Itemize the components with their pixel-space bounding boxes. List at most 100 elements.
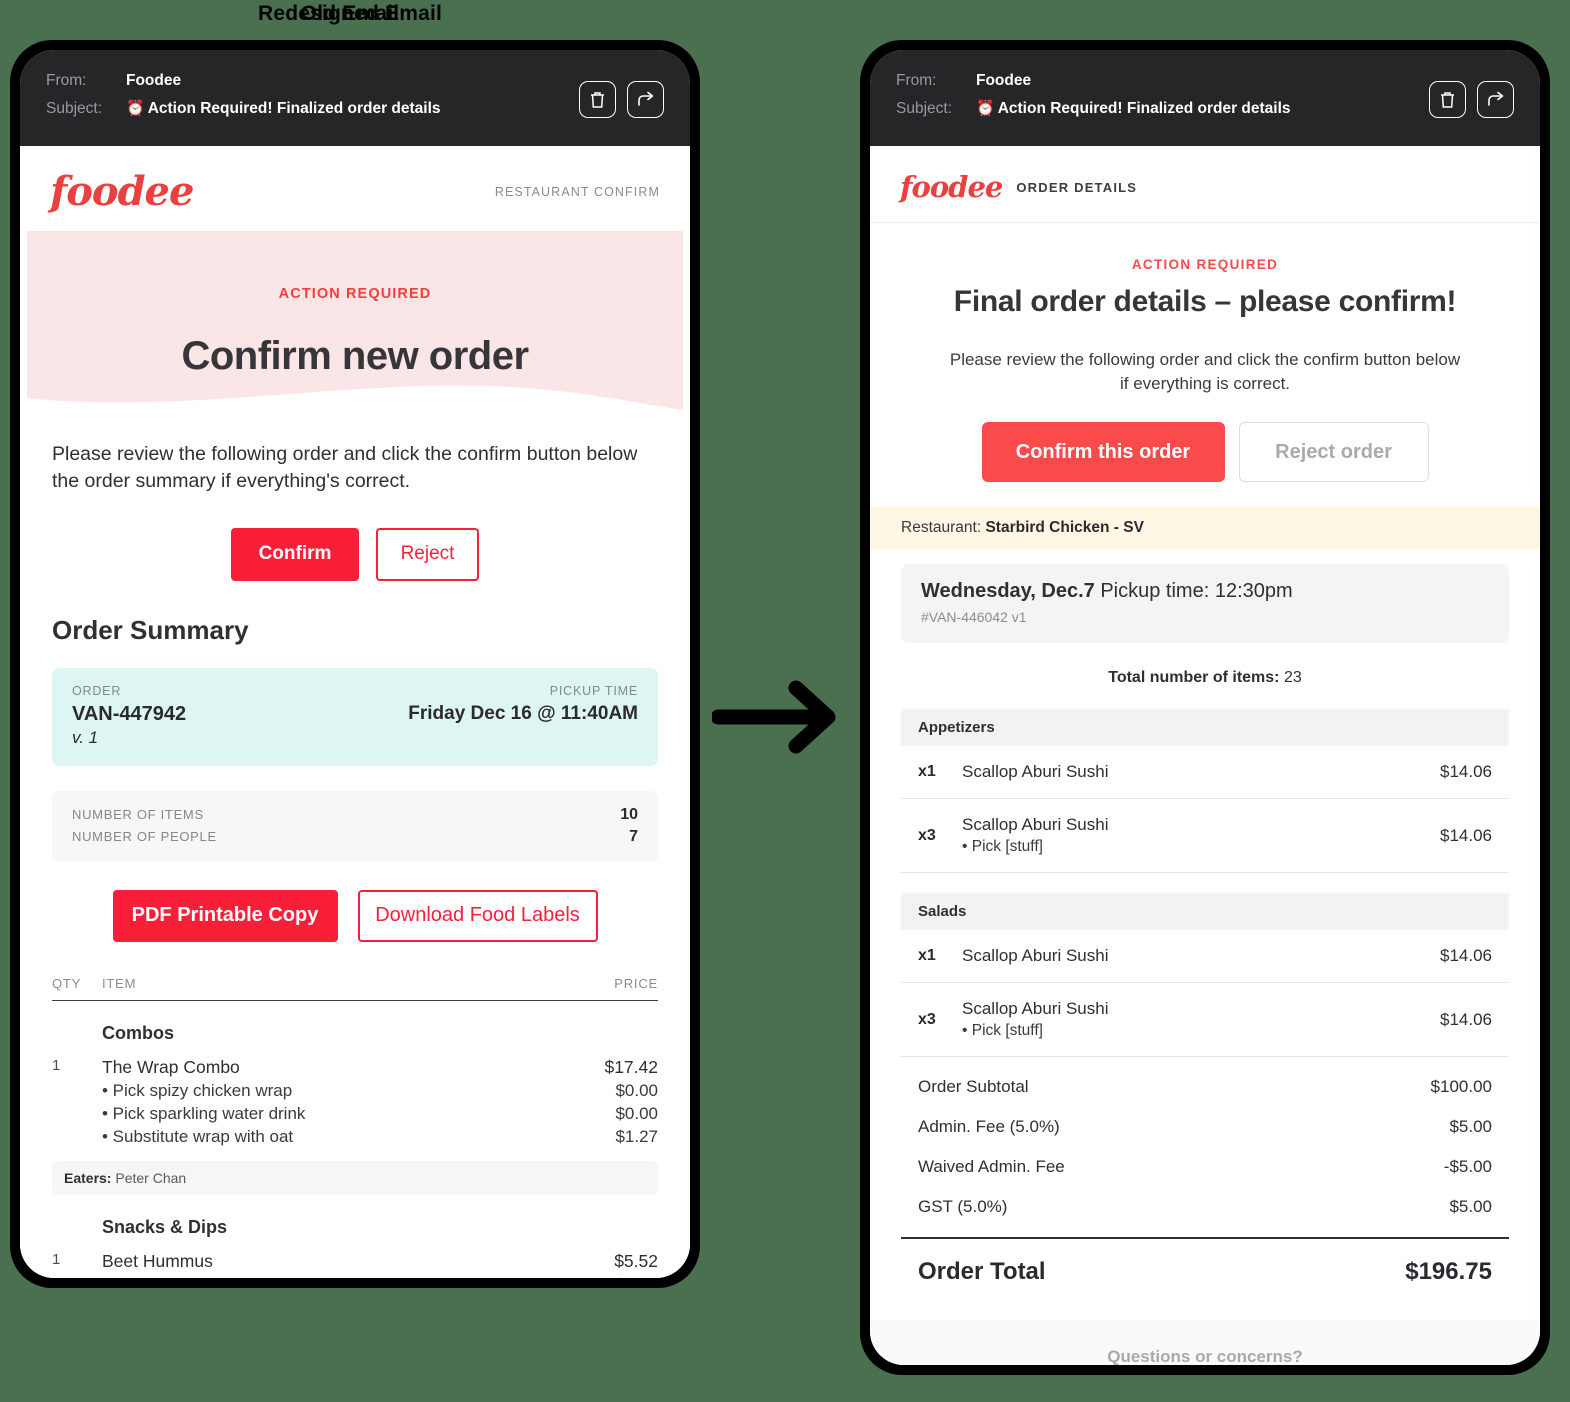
reject-button-old[interactable]: Reject: [376, 527, 479, 581]
item-name: Scallop Aburi Sushi: [962, 999, 1109, 1019]
col-header-price: PRICE: [614, 975, 658, 991]
order-version: v. 1: [72, 727, 99, 747]
order-total-row: Order Total $196.75: [901, 1239, 1509, 1308]
item-modifier-price: $1.27: [615, 1126, 658, 1146]
item-qty-spacer: [52, 1127, 102, 1147]
mail-subject-value: ⏰ Action Required! Finalized order detail…: [976, 99, 1291, 118]
item-modifier: • Substitute wrap with oat: [102, 1126, 294, 1146]
item-name: Scallop Aburi Sushi: [962, 762, 1109, 782]
item-price: $5.52: [614, 1250, 658, 1271]
count-value-people: 7: [629, 827, 638, 845]
order-col-right: PICKUP TIME Friday Dec 16 @ 11:40AM: [408, 684, 638, 748]
item-qty: x1: [918, 763, 936, 781]
count-row-people: NUMBER OF PEOPLE 7: [72, 828, 638, 846]
order-total-label: Order Total: [918, 1258, 1046, 1286]
total-items-label: Total number of items:: [1108, 669, 1280, 687]
count-label-items: NUMBER OF ITEMS: [72, 806, 204, 822]
mail-from-value: Foodee: [126, 72, 182, 89]
trash-icon: [1441, 92, 1454, 108]
totals-spacer: [870, 1057, 1540, 1067]
total-label: Order Subtotal: [918, 1077, 1029, 1097]
mail-from-row-new: From: Foodee: [896, 72, 1514, 90]
mail-actions-new: [1429, 81, 1514, 118]
order-label: ORDER: [72, 683, 122, 698]
wave-divider-icon: [27, 385, 683, 420]
item-body: Scallop Aburi Sushi • Pick [stuff]: [962, 815, 1440, 856]
group-title-snacks: Snacks & Dips: [102, 1216, 228, 1237]
mail-subject-value: ⏰ Action Required! Finalized order detail…: [126, 99, 441, 118]
pickup-info-card: Wednesday, Dec.7 Pickup time: 12:30pm #V…: [901, 564, 1509, 644]
forward-button[interactable]: [627, 81, 664, 118]
alarm-clock-icon: ⏰: [976, 100, 995, 117]
items-table-header: QTY ITEM PRICE: [52, 976, 658, 1001]
item-qty-spacer: [52, 1275, 102, 1278]
total-items-row: Total number of items: 23: [870, 643, 1540, 709]
mail-from-row-old: From: Foodee: [46, 72, 664, 90]
restaurant-band: Restaurant: Starbird Chicken - SV: [870, 506, 1540, 551]
pickup-time: Pickup time: 12:30pm: [1100, 580, 1293, 603]
email-footer: Questions or concerns? order@food.ee | 1…: [870, 1320, 1540, 1365]
item-qty: 1: [52, 1056, 61, 1074]
alarm-clock-icon: ⏰: [126, 100, 145, 117]
item-price: $14.06: [1440, 825, 1492, 845]
count-label-people: NUMBER OF PEOPLE: [72, 828, 217, 844]
item-modifier: • Pick [stuff]: [962, 1022, 1043, 1040]
confirm-button-old[interactable]: Confirm: [231, 527, 359, 581]
forward-arrow-icon: [638, 91, 654, 106]
items-table-old: QTY ITEM PRICE Combos 1 The Wrap Combo $…: [52, 976, 658, 1278]
total-label: Waived Admin. Fee: [918, 1157, 1065, 1177]
mail-header-new: From: Foodee Subject: ⏰ Action Required! …: [870, 50, 1540, 146]
mail-subject-row-new: Subject: ⏰ Action Required! Finalized ord…: [896, 99, 1514, 118]
forward-button[interactable]: [1477, 81, 1514, 118]
pdf-printable-copy-button[interactable]: PDF Printable Copy: [112, 889, 338, 942]
mail-subject-label: Subject:: [896, 100, 953, 117]
col-header-qty: QTY: [52, 975, 82, 991]
item-name: Scallop Aburi Sushi: [962, 946, 1109, 966]
item-price: $17.42: [604, 1056, 658, 1077]
confirm-order-button[interactable]: Confirm this order: [981, 422, 1225, 483]
total-value: $5.00: [1449, 1117, 1492, 1137]
category-header-salads: Salads: [901, 893, 1509, 931]
item-body: Scallop Aburi Sushi • Pick [stuff]: [962, 999, 1440, 1040]
table-row: • Substitute wrap with oat $1.27: [52, 1124, 658, 1147]
item-body: Scallop Aburi Sushi: [962, 762, 1440, 782]
col-header-item: ITEM: [102, 975, 137, 991]
list-item: x1 Scallop Aburi Sushi $14.06: [901, 930, 1509, 984]
item-modifier-price: $0.00: [615, 1080, 658, 1100]
phone-mockup-new: From: Foodee Subject: ⏰ Action Required! …: [860, 40, 1550, 1375]
total-label: Admin. Fee (5.0%): [918, 1117, 1060, 1137]
item-qty-spacer: [52, 1081, 102, 1101]
table-row: 1 Beet Hummus $5.52: [52, 1248, 658, 1272]
total-row-gst: GST (5.0%) $5.00: [901, 1187, 1509, 1227]
mail-subject-text: Action Required! Finalized order details: [997, 100, 1291, 117]
order-info-card: ORDER VAN-447942 v. 1 PICKUP TIME Friday…: [52, 667, 658, 766]
group-title-combos: Combos: [102, 1022, 174, 1043]
mail-subject-row-old: Subject: ⏰ Action Required! Finalized ord…: [46, 99, 664, 118]
download-food-labels-button[interactable]: Download Food Labels: [357, 889, 598, 942]
total-value: -$5.00: [1443, 1157, 1492, 1177]
item-qty-spacer: [52, 1104, 102, 1124]
hero-banner-old: ACTION REQUIRED Confirm new order: [27, 231, 683, 420]
mail-from-value: Foodee: [976, 72, 1032, 89]
total-items-value: 23: [1283, 669, 1302, 687]
delete-button[interactable]: [579, 81, 616, 118]
transition-arrow-icon: [712, 680, 836, 754]
order-col-left: ORDER VAN-447942 v. 1: [72, 684, 186, 748]
reject-order-button[interactable]: Reject order: [1238, 422, 1429, 483]
total-row-subtotal: Order Subtotal $100.00: [901, 1067, 1509, 1107]
eaters-band: Eaters: Peter Chan: [52, 1160, 658, 1195]
list-item: x3 Scallop Aburi Sushi • Pick [stuff] $1…: [901, 799, 1509, 874]
item-name: The Wrap Combo: [102, 1056, 240, 1077]
count-value-items: 10: [620, 805, 638, 823]
order-id: #VAN-446042 v1: [921, 609, 1027, 626]
restaurant-label: Restaurant:: [901, 519, 982, 537]
brand-tag-new: ORDER DETAILS: [1016, 179, 1138, 195]
eaters-value: Peter Chan: [115, 1169, 187, 1186]
restaurant-name: Starbird Chicken - SV: [985, 519, 1144, 537]
trash-icon: [591, 92, 604, 108]
item-modifier: • Add crackers: [102, 1275, 615, 1278]
mail-header-old: From: Foodee Subject: ⏰ Action Required! …: [20, 50, 690, 146]
hero-kicker-old: ACTION REQUIRED: [278, 286, 432, 302]
delete-button[interactable]: [1429, 81, 1466, 118]
item-qty: x3: [918, 826, 936, 844]
